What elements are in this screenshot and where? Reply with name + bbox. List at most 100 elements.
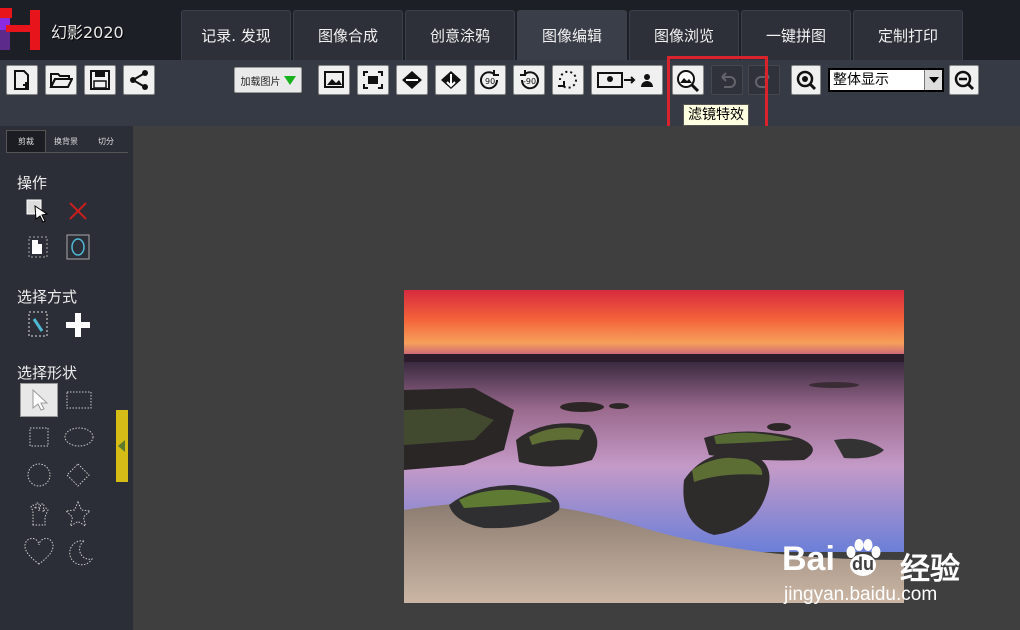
tab-image-compose[interactable]: 图像合成 [293, 10, 403, 60]
save-button[interactable] [84, 65, 116, 95]
watermark-cn: 经验 [900, 553, 960, 586]
baidu-watermark: Bai du 经验 jingyan.baidu.com [782, 532, 1012, 612]
top-bar: 幻影2020 记录. 发现 图像合成 创意涂鸦 图像编辑 图像浏览 一键拼图 定… [0, 0, 1020, 60]
svg-text:-90: -90 [523, 77, 536, 86]
section-label-operation: 操作 [17, 174, 48, 192]
shape-rectangle-tool[interactable] [64, 387, 94, 413]
circle-select-icon [66, 234, 90, 260]
shape-circle-tool[interactable] [26, 462, 52, 488]
shape-diamond-tool[interactable] [65, 462, 91, 488]
section-label-select-mode: 选择方式 [17, 288, 78, 306]
shape-star-tool[interactable] [64, 500, 92, 528]
crop-button[interactable] [357, 65, 389, 95]
red-x-icon [69, 202, 87, 220]
zoom-mode-select[interactable]: 整体显示 [828, 68, 944, 92]
undo-button[interactable] [711, 65, 743, 95]
flip-horizontal-icon [402, 71, 422, 89]
plus-icon [66, 313, 90, 337]
zoom-mode-value: 整体显示 [833, 72, 889, 88]
square-shape-icon [29, 427, 49, 447]
shape-pointer-tool[interactable] [20, 383, 58, 417]
diamond-shape-icon [66, 463, 90, 487]
flip-vertical-icon [441, 71, 461, 89]
fit-image-button[interactable] [318, 65, 350, 95]
panel-collapse-handle[interactable] [116, 410, 128, 482]
rect-fill-tool[interactable] [25, 234, 51, 260]
tab-image-edit[interactable]: 图像编辑 [517, 10, 627, 60]
rotate-left-icon: -90 [520, 70, 539, 90]
left-tool-panel: 剪裁 换背景 切分 操作 选择方式 选择形状 [0, 126, 133, 630]
sub-tab-divider [6, 152, 128, 153]
new-file-button[interactable] [6, 65, 38, 95]
rotate-right-icon: 90 [480, 70, 499, 90]
select-arrow-icon [924, 70, 942, 90]
tab-custom-print[interactable]: 定制打印 [853, 10, 963, 60]
portrait-cutout-button[interactable] [591, 65, 663, 95]
ellipse-select-tool[interactable] [65, 234, 91, 260]
undo-icon [721, 72, 736, 88]
magic-wand-select-tool[interactable] [25, 311, 51, 337]
crop-icon [363, 71, 383, 89]
folder-open-icon [49, 73, 73, 88]
app-logo-icon [0, 8, 40, 50]
app-title: 幻影2020 [51, 23, 124, 42]
redo-button[interactable] [748, 65, 780, 95]
delete-selection-tool[interactable] [65, 198, 91, 224]
sub-tab-split[interactable]: 切分 [86, 130, 126, 152]
save-icon [90, 70, 110, 90]
rotate-90-button[interactable]: 90 [474, 65, 506, 95]
watermark-brand-du: du [852, 554, 874, 574]
section-label-select-shape: 选择形状 [17, 364, 78, 382]
flip-vertical-button[interactable] [435, 65, 467, 95]
free-rotate-button[interactable] [552, 65, 584, 95]
tab-creative-doodle[interactable]: 创意涂鸦 [405, 10, 515, 60]
watermark-url: jingyan.baidu.com [784, 584, 938, 605]
sub-tab-change-background[interactable]: 换背景 [46, 130, 86, 152]
star-shape-icon [64, 500, 92, 528]
shape-ellipse-tool[interactable] [62, 424, 96, 450]
watermark-brand: Bai [782, 540, 835, 578]
tab-record-discover[interactable]: 记录. 发现 [181, 10, 291, 60]
rectangle-shape-icon [66, 391, 92, 409]
dropdown-arrow-icon [283, 75, 296, 85]
shape-heart-tool[interactable] [23, 538, 55, 566]
zoom-in-icon [796, 70, 817, 91]
zoom-out-icon [954, 70, 975, 91]
hand-shape-icon [30, 502, 49, 526]
flip-horizontal-button[interactable] [396, 65, 428, 95]
share-button[interactable] [123, 65, 155, 95]
crescent-shape-icon [69, 540, 94, 566]
sub-tabs: 剪裁 换背景 切分 [6, 130, 126, 152]
zoom-in-button[interactable] [791, 65, 821, 95]
filter-effects-tooltip: 滤镜特效 [683, 104, 749, 126]
open-folder-button[interactable] [45, 65, 77, 95]
magic-wand-icon [28, 311, 48, 337]
sub-tab-crop[interactable]: 剪裁 [6, 130, 46, 152]
select-pointer-icon [26, 199, 49, 223]
filter-effects-icon [677, 70, 700, 92]
tab-image-browse[interactable]: 图像浏览 [629, 10, 739, 60]
share-icon [130, 70, 148, 90]
load-image-button[interactable]: 加载图片 [234, 67, 302, 93]
svg-text:90: 90 [485, 77, 495, 86]
document-stack-icon [28, 236, 48, 258]
load-image-label: 加载图片 [240, 76, 281, 88]
portrait-cutout-icon [597, 72, 653, 88]
select-pointer-tool[interactable] [25, 198, 51, 224]
main-tabs: 记录. 发现 图像合成 创意涂鸦 图像编辑 图像浏览 一键拼图 定制打印 [181, 10, 963, 60]
filter-effects-button[interactable] [672, 65, 704, 95]
rotate-minus-90-button[interactable]: -90 [513, 65, 545, 95]
ellipse-shape-icon [64, 427, 94, 447]
tab-one-click-collage[interactable]: 一键拼图 [741, 10, 851, 60]
arrow-cursor-icon [32, 388, 49, 411]
dotted-rotate-icon [558, 70, 577, 89]
circle-shape-icon [27, 463, 51, 487]
shape-hand-tool[interactable] [26, 500, 52, 526]
zoom-out-button[interactable] [949, 65, 979, 95]
new-file-icon [14, 70, 29, 90]
shape-crescent-tool[interactable] [64, 538, 94, 568]
toolbar: 加载图片 90 -90 整体显示 [0, 60, 1020, 126]
shape-square-tool[interactable] [26, 424, 52, 450]
add-selection-tool[interactable] [62, 310, 94, 340]
image-fit-icon [324, 71, 344, 88]
